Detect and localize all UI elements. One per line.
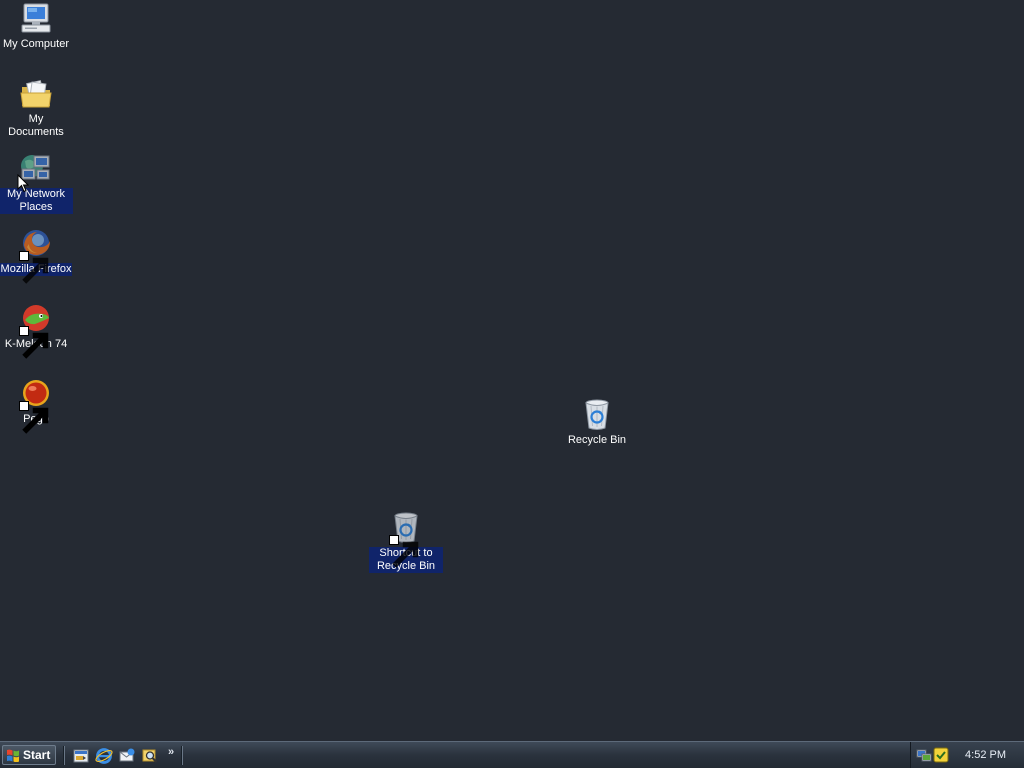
- show-desktop-icon: [73, 749, 89, 763]
- taskbar-separator: [181, 746, 183, 765]
- desktop-icon-shortcut-recycle-bin[interactable]: Shortcut to Recycle Bin: [369, 511, 443, 573]
- taskbar: Start » 4:52 PM: [0, 741, 1024, 768]
- desktop-icon-my-network-places[interactable]: My Network Places: [0, 152, 73, 214]
- computer-icon: [21, 3, 51, 33]
- taskbar-clock[interactable]: 4:52 PM: [965, 749, 1006, 761]
- desktop-icon-label: My Computer: [2, 38, 70, 50]
- taskbar-separator: [63, 746, 65, 765]
- network-icon: [916, 749, 932, 762]
- desktop-icon-label: Recycle Bin: [567, 434, 627, 446]
- folder-documents-icon: [20, 80, 52, 108]
- shortcut-arrow-icon: [389, 535, 419, 568]
- quick-launch-search[interactable]: [141, 747, 159, 765]
- start-label: Start: [23, 748, 51, 762]
- outlook-express-icon: [119, 748, 135, 762]
- internet-explorer-icon: [95, 748, 113, 764]
- search-icon: [142, 749, 158, 763]
- security-icon: [933, 747, 949, 763]
- system-tray: 4:52 PM: [910, 742, 1024, 768]
- quick-launch-show-desktop[interactable]: [72, 747, 90, 765]
- desktop-icon-my-computer[interactable]: My Computer: [0, 2, 73, 51]
- start-button[interactable]: Start: [2, 745, 56, 765]
- desktop-icon-my-documents[interactable]: My Documents: [0, 77, 73, 139]
- desktop-icon-pego[interactable]: Pego: [0, 377, 73, 434]
- quick-launch-internet-explorer[interactable]: [95, 747, 113, 765]
- desktop-icon-label: My Network Places: [0, 188, 73, 214]
- desktop[interactable]: My Computer My Documents My Network Plac…: [0, 0, 1024, 741]
- shortcut-arrow-icon: [19, 251, 49, 284]
- desktop-icon-label: My Documents: [8, 113, 64, 138]
- quick-launch-overflow-button[interactable]: »: [168, 746, 174, 758]
- shortcut-arrow-icon: [19, 401, 49, 434]
- recycle-bin-icon: [585, 399, 609, 430]
- desktop-icon-k-meleon[interactable]: K-Meleon 74: [0, 302, 73, 359]
- shortcut-arrow-icon: [19, 326, 49, 359]
- tray-security[interactable]: [933, 747, 949, 763]
- tray-network[interactable]: [916, 747, 932, 763]
- desktop-icon-mozilla-firefox[interactable]: Mozilla Firefox: [0, 227, 73, 284]
- mouse-cursor-icon: [17, 174, 29, 193]
- desktop-icon-recycle-bin[interactable]: Recycle Bin: [560, 398, 634, 447]
- windows-flag-icon: [7, 749, 19, 762]
- quick-launch-outlook-express[interactable]: [118, 747, 136, 765]
